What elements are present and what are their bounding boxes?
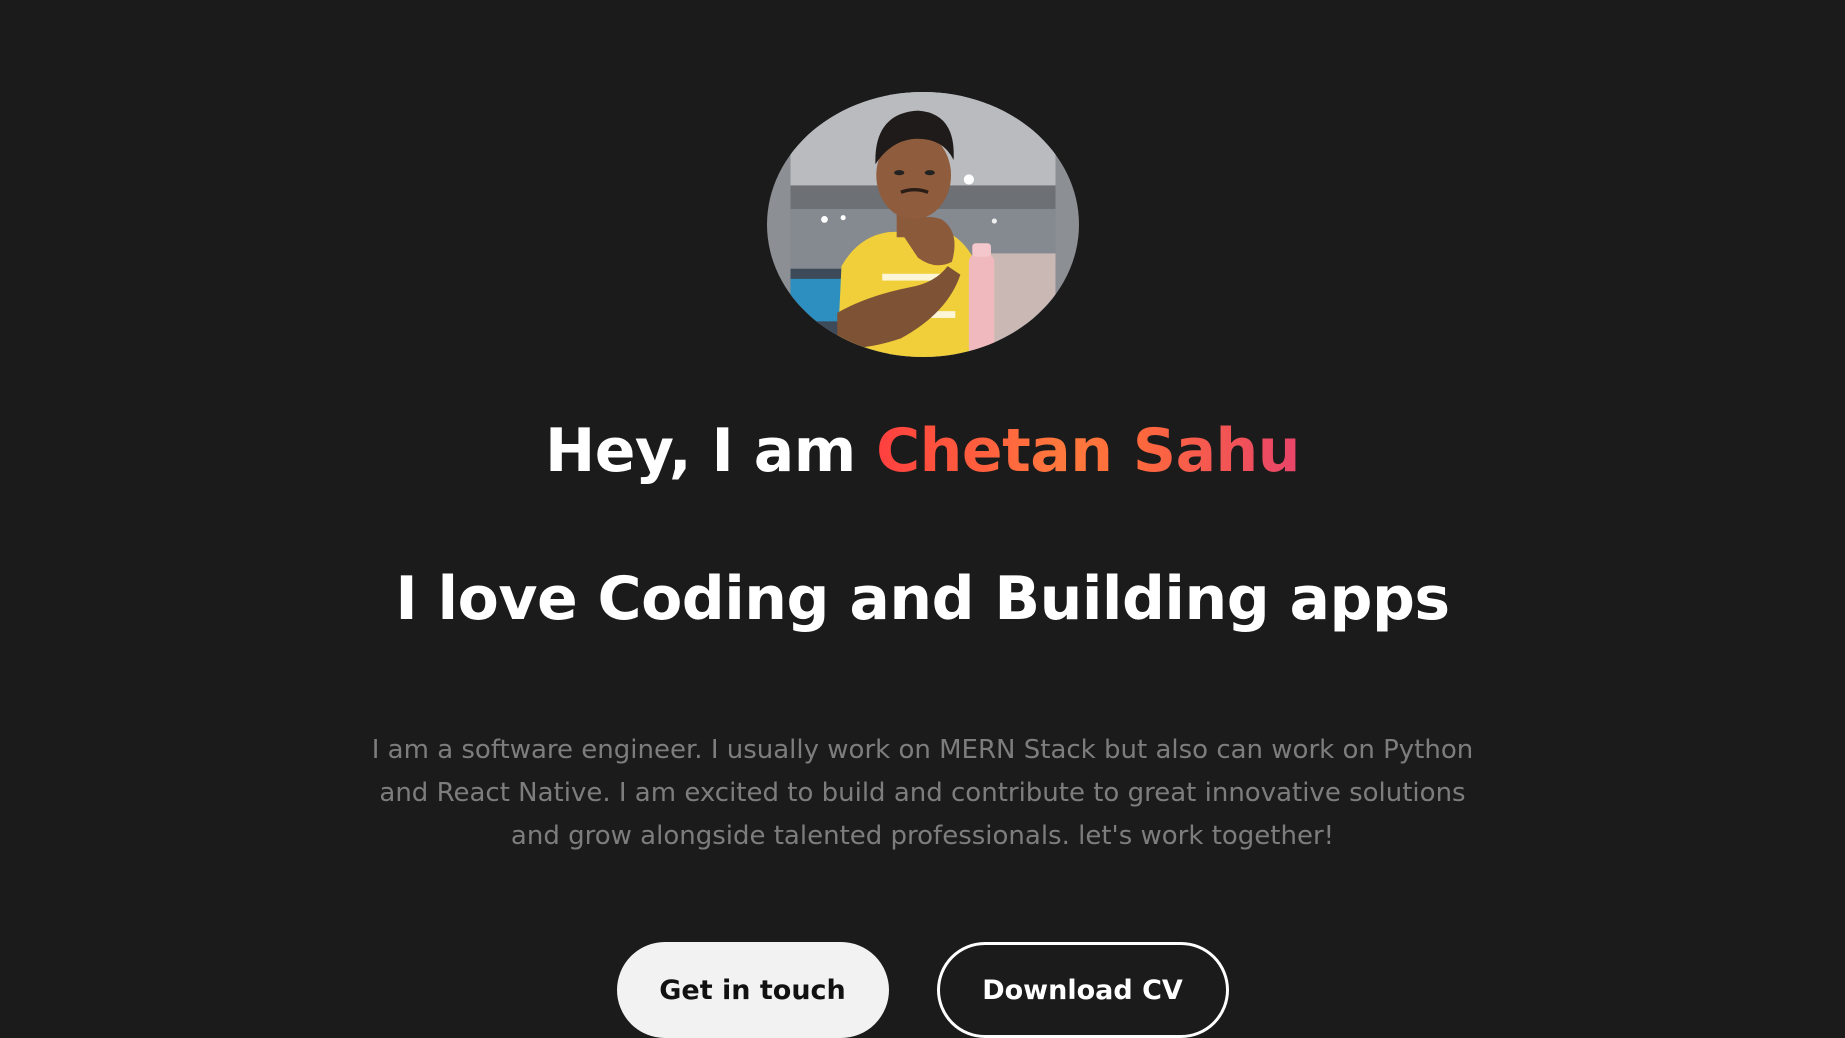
hero-section: Hey, I am Chetan Sahu I love Coding and … <box>0 0 1845 1038</box>
greeting-heading: Hey, I am Chetan Sahu <box>545 421 1301 481</box>
cta-buttons: Get in touch Download CV <box>616 942 1229 1038</box>
about-paragraph: I am a software engineer. I usually work… <box>371 735 1474 851</box>
greeting-prefix: Hey, I am <box>544 416 877 487</box>
name-highlight: Chetan Sahu <box>876 416 1300 487</box>
tagline-heading: I love Coding and Building apps <box>395 564 1450 635</box>
get-in-touch-button[interactable]: Get in touch <box>616 942 889 1038</box>
download-cv-button[interactable]: Download CV <box>936 942 1229 1038</box>
profile-photo <box>766 92 1079 358</box>
